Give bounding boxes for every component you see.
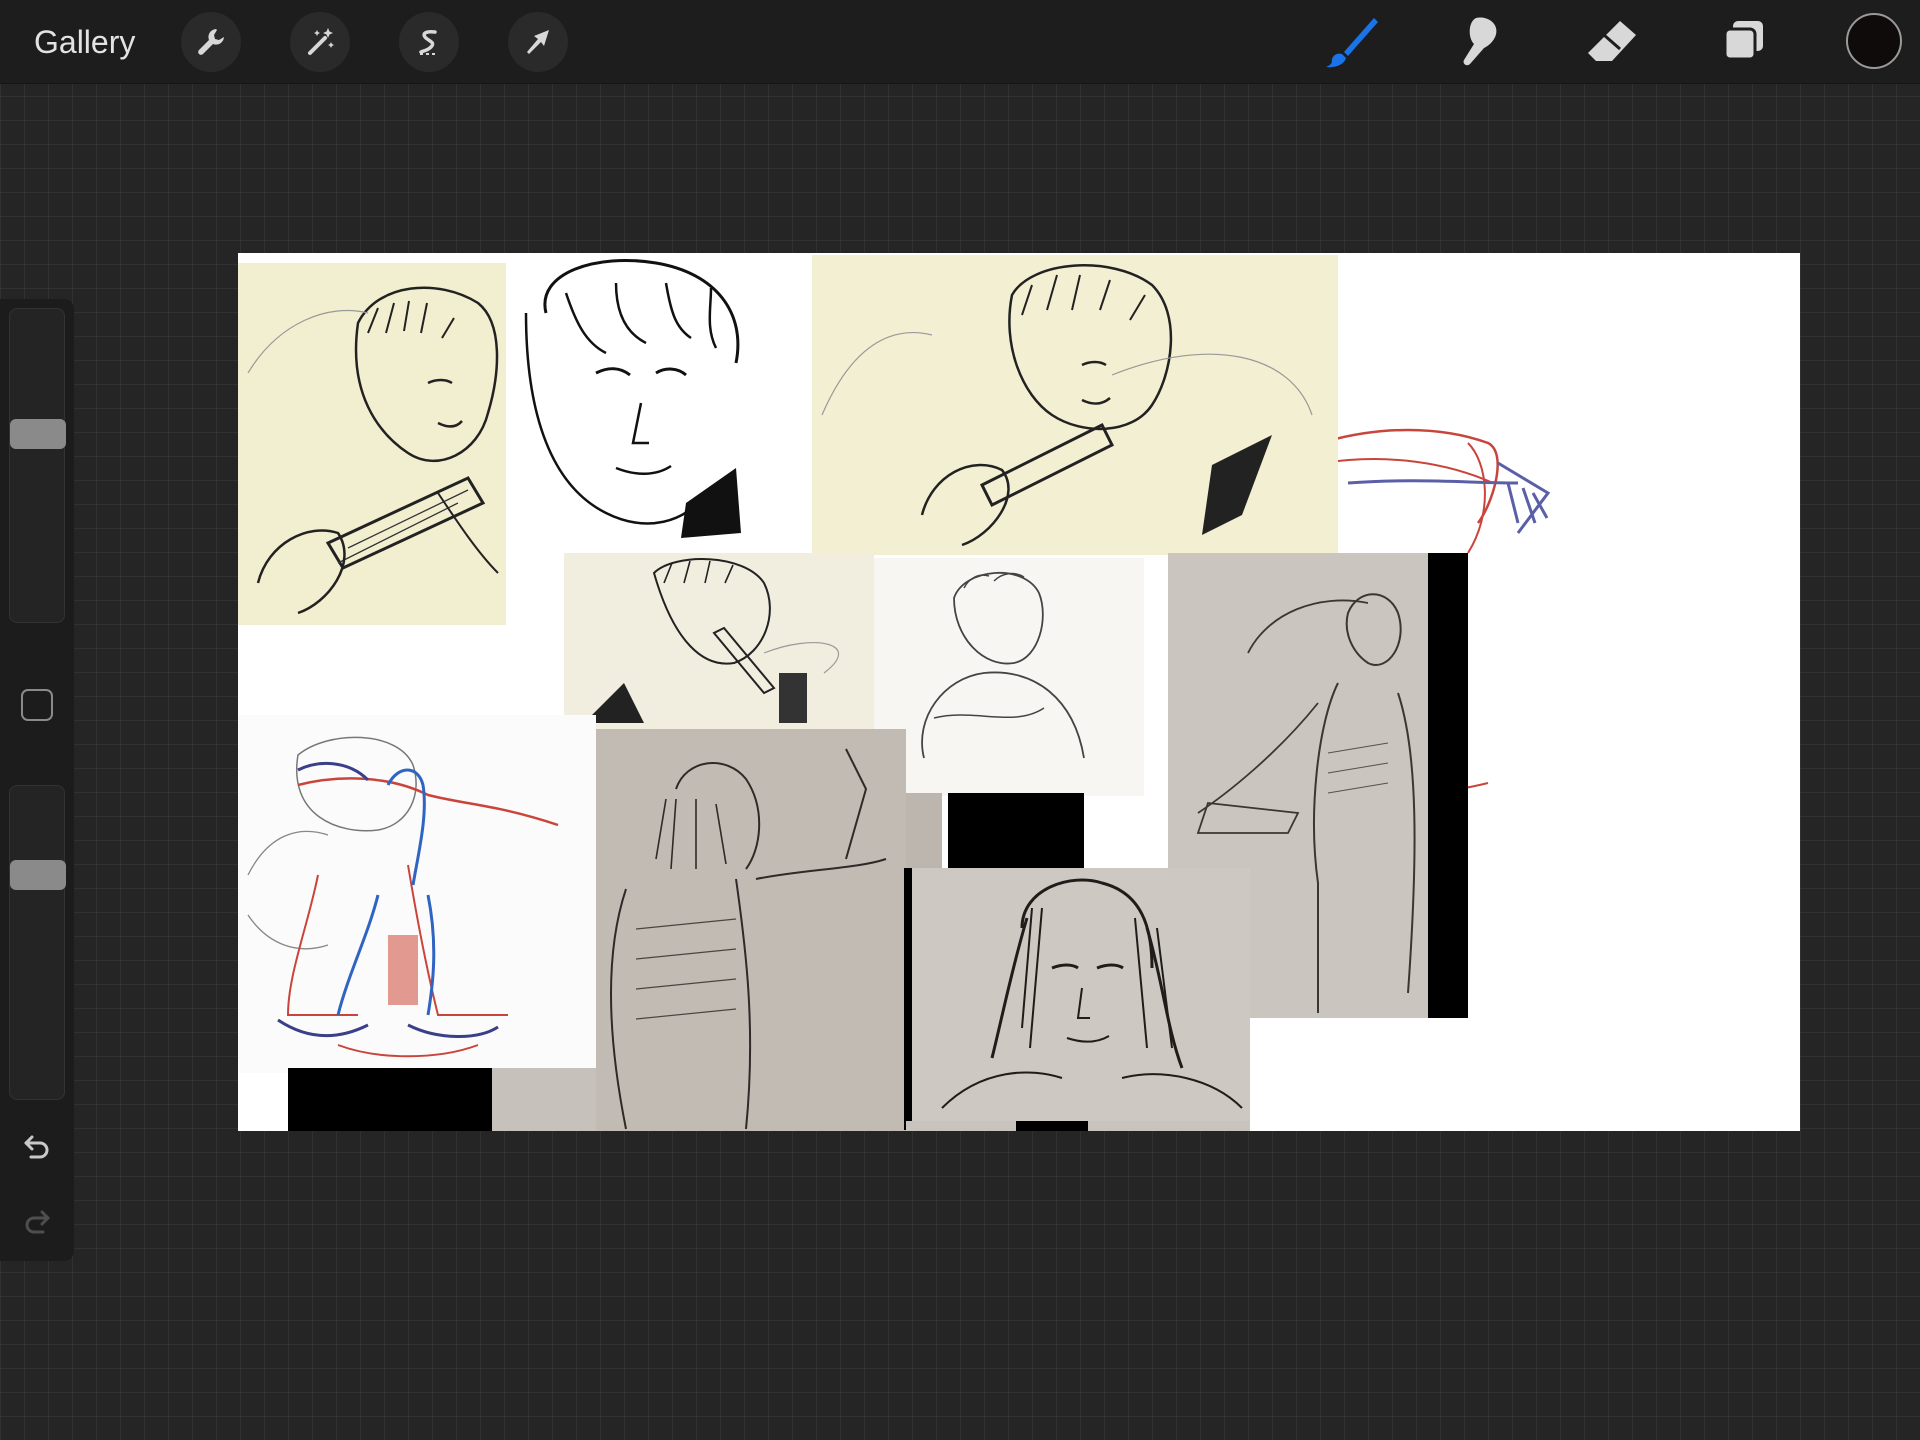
black-sliver: [1016, 1121, 1088, 1131]
smudge-tool-button[interactable]: [1448, 12, 1512, 72]
reference-photo-strip: [492, 1068, 596, 1131]
reference-color-sketch: [238, 715, 596, 1073]
eraser-icon: [1588, 21, 1636, 61]
layers-button[interactable]: [1712, 12, 1776, 72]
reference-pencil-portrait: [874, 558, 1144, 796]
reference-photo-long-hair: [904, 868, 1250, 1130]
brush-icon: [1326, 18, 1378, 68]
undo-icon: [24, 1135, 49, 1159]
actions-button[interactable]: [181, 12, 241, 72]
selection-s-icon: [419, 30, 438, 55]
reference-photo-back-view: [596, 729, 906, 1131]
black-block: [948, 793, 1084, 868]
reference-ink-portrait: [506, 253, 754, 553]
modify-button[interactable]: [21, 689, 53, 721]
undo-button[interactable]: [18, 1128, 56, 1166]
opacity-slider[interactable]: [9, 785, 66, 1100]
redo-icon: [25, 1210, 50, 1234]
color-picker-swatch[interactable]: [1846, 13, 1902, 69]
brush-size-thumb[interactable]: [10, 419, 66, 449]
top-toolbar: Gallery: [0, 0, 1920, 84]
brush-tool-button[interactable]: [1320, 12, 1384, 72]
selection-button[interactable]: [399, 12, 459, 72]
smudge-finger-icon: [1463, 17, 1497, 66]
reference-photo-slice: [906, 793, 942, 868]
adjustments-button[interactable]: [290, 12, 350, 72]
black-block-bottom: [288, 1068, 492, 1131]
wrench-icon: [198, 29, 224, 55]
reference-photo-singer-small: [564, 553, 874, 733]
left-sidebar: [0, 299, 74, 1261]
reference-photo-singer: [238, 263, 506, 625]
transform-button[interactable]: [508, 12, 568, 72]
redo-button[interactable]: [18, 1203, 56, 1241]
magic-wand-icon: [308, 28, 334, 55]
reference-photo-singer-wide: [812, 255, 1338, 555]
black-strip: [1428, 553, 1468, 1018]
opacity-thumb[interactable]: [10, 860, 66, 890]
arrow-cursor-icon: [527, 30, 549, 54]
eraser-tool-button[interactable]: [1580, 12, 1644, 72]
drawing-canvas[interactable]: [238, 253, 1800, 1131]
gallery-button[interactable]: Gallery: [34, 20, 135, 64]
layers-icon: [1723, 21, 1763, 61]
brush-size-slider[interactable]: [9, 308, 66, 623]
